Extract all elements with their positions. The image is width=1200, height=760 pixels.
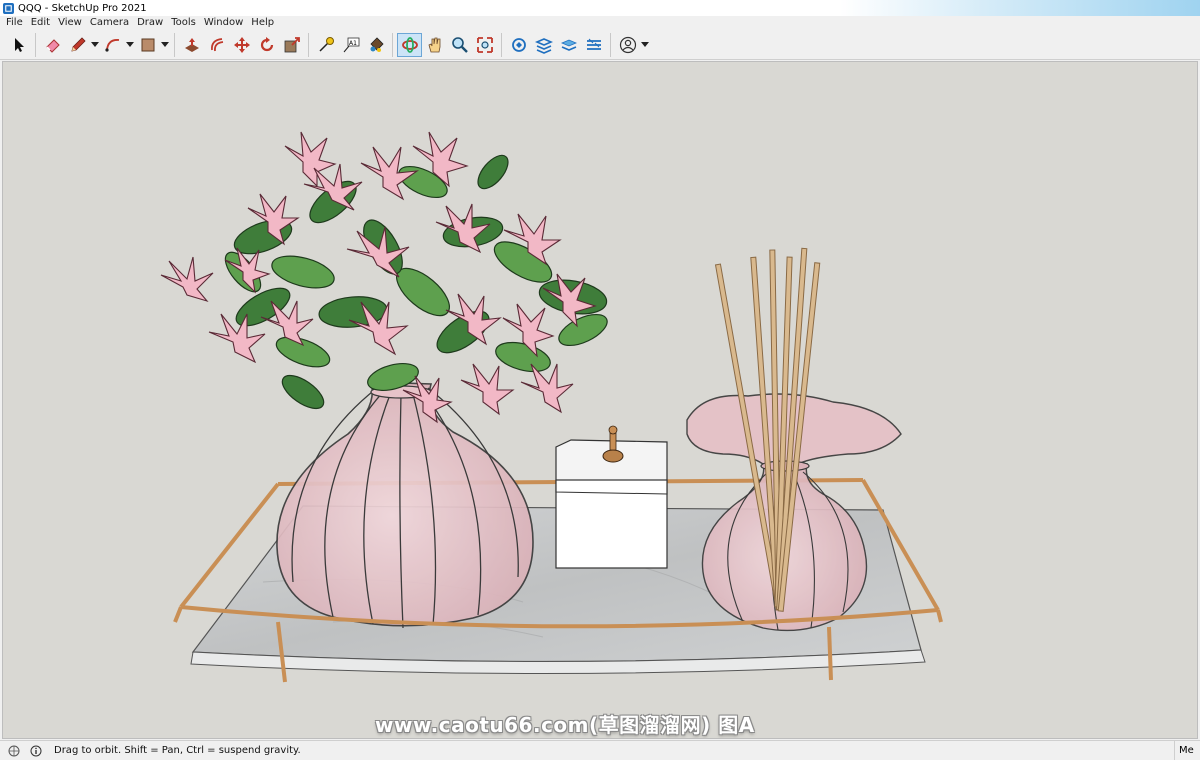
menu-bar: File Edit View Camera Draw Tools Window … bbox=[0, 16, 1200, 30]
push-pull-tool-button[interactable] bbox=[179, 33, 204, 57]
line-tool-button[interactable] bbox=[65, 33, 90, 57]
text-tool-label: A1 bbox=[349, 40, 357, 47]
info-icon bbox=[30, 745, 42, 756]
window-title: QQQ - SketchUp Pro 2021 bbox=[18, 2, 147, 14]
pencil-icon bbox=[70, 36, 86, 52]
move-icon bbox=[233, 36, 250, 53]
orbit-tool-button[interactable] bbox=[397, 32, 422, 57]
move-tool-button[interactable] bbox=[229, 33, 254, 57]
rotate-tool-button[interactable] bbox=[254, 33, 279, 57]
line-tool-dropdown[interactable] bbox=[90, 33, 100, 57]
account-tool-button[interactable] bbox=[615, 33, 640, 57]
rectangle-tool-button[interactable] bbox=[135, 33, 160, 57]
scale-tool-button[interactable] bbox=[279, 33, 304, 57]
rectangle-tool-dropdown[interactable] bbox=[160, 33, 170, 57]
warehouse-tool-button[interactable] bbox=[506, 33, 531, 57]
zoom-extents-icon bbox=[476, 36, 493, 53]
chevron-down-icon bbox=[641, 41, 649, 47]
extension-warehouse-icon bbox=[534, 37, 553, 54]
push-pull-icon bbox=[184, 37, 199, 52]
toolbar-separator bbox=[35, 32, 36, 57]
layers-icon bbox=[560, 39, 577, 51]
sketchup-logo-icon bbox=[3, 2, 14, 14]
select-tool-button[interactable] bbox=[6, 33, 31, 57]
status-bar: Drag to orbit. Shift = Pan, Ctrl = suspe… bbox=[0, 740, 1200, 760]
magnifier-icon bbox=[451, 36, 468, 53]
geo-location-icon bbox=[8, 745, 20, 756]
toolbar-separator bbox=[308, 32, 309, 57]
instructor-status[interactable] bbox=[28, 743, 44, 759]
3d-warehouse-icon bbox=[511, 37, 526, 52]
eraser-tool-button[interactable] bbox=[40, 33, 65, 57]
zoom-tool-button[interactable] bbox=[447, 33, 472, 57]
text-tool-button[interactable]: A1 bbox=[338, 33, 363, 57]
extension-manager-tool-button[interactable] bbox=[581, 33, 606, 57]
menu-camera[interactable]: Camera bbox=[86, 16, 133, 30]
toolbar-separator bbox=[610, 32, 611, 57]
white-lidded-box bbox=[555, 425, 668, 569]
toolbar-separator bbox=[174, 32, 175, 57]
orbit-icon bbox=[401, 36, 418, 53]
arc-tool-button[interactable] bbox=[100, 33, 125, 57]
paint-bucket-icon bbox=[369, 36, 384, 52]
toolbar-separator bbox=[501, 32, 502, 57]
menu-file[interactable]: File bbox=[2, 16, 27, 30]
status-message: Drag to orbit. Shift = Pan, Ctrl = suspe… bbox=[54, 745, 301, 756]
paint-bucket-tool-button[interactable] bbox=[363, 33, 388, 57]
chevron-down-icon bbox=[91, 41, 99, 47]
watermark-text: www.caotu66.com(草图溜溜网) 图A bbox=[375, 713, 755, 737]
rectangle-icon bbox=[141, 38, 154, 51]
offset-icon bbox=[210, 37, 223, 51]
menu-window[interactable]: Window bbox=[200, 16, 247, 30]
model-viewport[interactable]: www.caotu66.com(草图溜溜网) 图A bbox=[2, 61, 1198, 739]
chevron-down-icon bbox=[126, 41, 134, 47]
measurements-box[interactable]: Me bbox=[1174, 741, 1200, 760]
text-icon: A1 bbox=[343, 37, 359, 52]
arc-icon bbox=[104, 38, 119, 52]
model-scene bbox=[160, 131, 943, 683]
arc-tool-dropdown[interactable] bbox=[125, 33, 135, 57]
menu-view[interactable]: View bbox=[54, 16, 86, 30]
layout-tool-button[interactable] bbox=[556, 33, 581, 57]
account-icon bbox=[619, 36, 636, 53]
large-glass-vase bbox=[276, 381, 534, 629]
tape-measure-tool-button[interactable] bbox=[313, 33, 338, 57]
tape-measure-icon bbox=[318, 36, 334, 52]
offset-tool-button[interactable] bbox=[204, 33, 229, 57]
chevron-down-icon bbox=[161, 41, 169, 47]
arrow-cursor-icon bbox=[14, 37, 24, 52]
hand-icon bbox=[428, 37, 440, 52]
menu-edit[interactable]: Edit bbox=[27, 16, 54, 30]
toolbar-separator bbox=[392, 32, 393, 57]
rotate-icon bbox=[260, 36, 273, 51]
scale-icon bbox=[284, 36, 300, 52]
main-toolbar: A1 bbox=[0, 30, 1200, 60]
pan-tool-button[interactable] bbox=[422, 33, 447, 57]
eraser-icon bbox=[45, 38, 60, 53]
account-dropdown[interactable] bbox=[640, 33, 650, 57]
menu-tools[interactable]: Tools bbox=[167, 16, 200, 30]
geo-location-status[interactable] bbox=[6, 743, 22, 759]
extension-warehouse-tool-button[interactable] bbox=[531, 33, 556, 57]
zoom-extents-tool-button[interactable] bbox=[472, 33, 497, 57]
extension-manager-icon bbox=[586, 38, 601, 50]
title-bar: QQQ - SketchUp Pro 2021 bbox=[0, 0, 1200, 16]
menu-draw[interactable]: Draw bbox=[133, 16, 167, 30]
menu-help[interactable]: Help bbox=[247, 16, 278, 30]
